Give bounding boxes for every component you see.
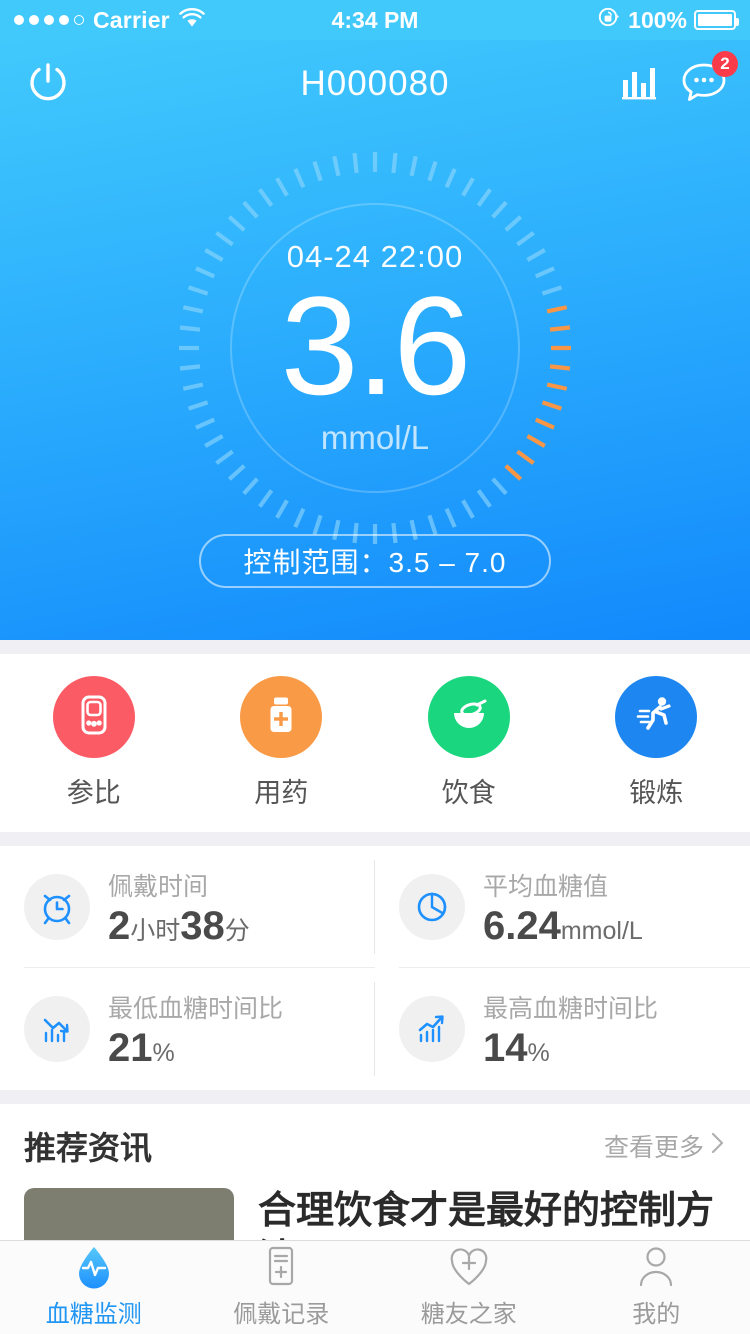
stat-value-unit: mmol/L [560, 917, 643, 945]
gauge-value: 3.6 [280, 266, 472, 424]
carrier-label: Carrier [93, 6, 170, 33]
stat-value-unit: 小时 [130, 917, 181, 945]
glucose-gauge: 04-24 22:00 3.6 mmol/L [175, 148, 575, 548]
rotation-lock-icon [597, 5, 621, 35]
quick-action-label: 锻炼 [629, 778, 684, 808]
stat-value: 2小时38分 [108, 905, 250, 947]
stat-value-num: 21 [108, 1026, 153, 1070]
status-bar: Carrier 4:34 PM 100% [0, 0, 750, 40]
stat-value: 21% [108, 1027, 283, 1069]
stats-grid: 佩戴时间 2小时38分 平均血糖值 6.24mmol/L 最低血糖时间比 21%… [0, 846, 750, 1090]
stat-value-unit: % [152, 1039, 175, 1067]
chart-down-icon [24, 996, 90, 1062]
heart-plus-icon [446, 1246, 492, 1290]
quick-action-medication[interactable]: 用药 [188, 676, 376, 810]
gauge-unit: mmol/L [320, 419, 430, 457]
quick-action-label: 用药 [254, 778, 309, 808]
record-add-icon [261, 1246, 301, 1290]
quick-action-label: 参比 [66, 778, 121, 808]
stat-body: 最低血糖时间比 21% [108, 989, 283, 1069]
tab-label: 糖友之家 [420, 1301, 517, 1328]
nav-right-actions: 2 [618, 50, 738, 110]
chart-up-icon [399, 996, 465, 1062]
chat-bubble-icon [680, 63, 728, 109]
control-range-label: 控制范围：3.5 – 7.0 [243, 547, 507, 578]
gauge-readout: 04-24 22:00 3.6 mmol/L [175, 148, 575, 548]
stat-title: 平均血糖值 [483, 873, 609, 901]
header-gauge-panel: H000080 2 04-24 22:00 3.6 mmol/L 控制范围：3.… [0, 40, 750, 640]
status-bar-left: Carrier [14, 7, 205, 34]
person-icon [635, 1246, 677, 1290]
signal-strength-icon [14, 15, 84, 25]
control-range-pill[interactable]: 控制范围：3.5 – 7.0 [199, 534, 551, 588]
runner-icon [633, 692, 679, 743]
nav-bar: H000080 2 [0, 40, 750, 128]
bar-chart-icon[interactable] [618, 60, 662, 109]
news-view-more-link[interactable]: 查看更多 [604, 1128, 726, 1164]
alarm-clock-icon [24, 874, 90, 940]
stat-value-unit2: 分 [224, 917, 250, 945]
wifi-icon [179, 7, 205, 34]
quick-action-circle [615, 676, 698, 758]
food-bowl-icon [445, 691, 493, 744]
news-view-more-label: 查看更多 [603, 1134, 704, 1162]
tab-friends-home[interactable]: 糖友之家 [375, 1246, 563, 1329]
quick-action-exercise[interactable]: 锻炼 [563, 676, 750, 810]
quick-action-circle [52, 676, 135, 758]
pie-chart-icon [399, 874, 465, 940]
tab-label: 我的 [632, 1301, 681, 1328]
stat-highest-glucose-ratio[interactable]: 最高血糖时间比 14% [375, 968, 750, 1090]
stat-title: 最低血糖时间比 [108, 995, 284, 1023]
battery-percent-label: 100% [628, 6, 687, 33]
droplet-pulse-icon [72, 1246, 116, 1290]
tab-bar: 血糖监测 佩戴记录 糖友之家 我的 [0, 1240, 750, 1334]
stat-average-glucose[interactable]: 平均血糖值 6.24mmol/L [375, 846, 750, 968]
news-section-title: 推荐资讯 [24, 1130, 153, 1166]
quick-action-reference[interactable]: 参比 [0, 676, 188, 810]
tab-wear-records[interactable]: 佩戴记录 [188, 1246, 376, 1329]
chevron-right-icon [710, 1131, 726, 1162]
tab-label: 血糖监测 [45, 1301, 142, 1328]
stat-body: 佩戴时间 2小时38分 [108, 867, 250, 947]
tab-mine[interactable]: 我的 [563, 1246, 750, 1329]
stat-wear-time[interactable]: 佩戴时间 2小时38分 [0, 846, 375, 968]
stat-body: 最高血糖时间比 14% [483, 989, 658, 1069]
quick-action-circle [240, 676, 323, 758]
message-button[interactable]: 2 [680, 50, 738, 110]
stat-value-num: 14 [483, 1026, 528, 1070]
tab-label: 佩戴记录 [233, 1301, 330, 1328]
quick-action-label: 饮食 [441, 778, 496, 808]
stat-value-num2: 38 [180, 904, 225, 948]
quick-actions-row: 参比 用药 饮食 锻炼 [0, 654, 750, 832]
news-header: 推荐资讯 查看更多 [24, 1104, 726, 1188]
glucose-meter-icon [71, 692, 117, 743]
status-bar-right: 100% [597, 5, 739, 35]
tab-glucose-monitoring[interactable]: 血糖监测 [0, 1246, 188, 1329]
stat-value: 6.24mmol/L [483, 905, 643, 947]
stat-body: 平均血糖值 6.24mmol/L [483, 867, 643, 947]
pill-bottle-icon [258, 692, 304, 743]
quick-action-circle [427, 676, 510, 758]
battery-full-icon [694, 10, 739, 30]
stat-title: 最高血糖时间比 [483, 995, 659, 1023]
message-badge: 2 [712, 50, 738, 77]
quick-action-diet[interactable]: 饮食 [375, 676, 563, 810]
stat-value-num: 2 [108, 904, 131, 948]
stat-title: 佩戴时间 [108, 873, 209, 901]
stat-value-num: 6.24 [483, 904, 561, 948]
stat-value-unit: % [527, 1039, 550, 1067]
stat-value: 14% [483, 1027, 658, 1069]
stat-lowest-glucose-ratio[interactable]: 最低血糖时间比 21% [0, 968, 375, 1090]
gauge-timestamp: 04-24 22:00 [286, 238, 464, 274]
